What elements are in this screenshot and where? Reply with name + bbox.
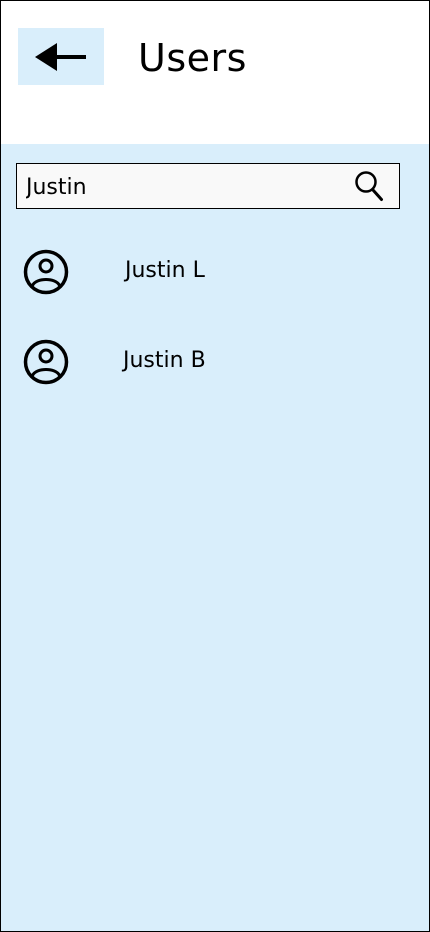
user-item[interactable]: Justin L: [1, 234, 429, 324]
user-name: Justin L: [125, 258, 205, 283]
users-screen: Users Justin L: [0, 0, 430, 932]
page-title: Users: [138, 36, 247, 80]
user-list: Justin L Justin B: [1, 234, 429, 414]
back-button[interactable]: [18, 28, 104, 85]
arrow-left-icon: [35, 42, 86, 71]
user-name: Justin B: [123, 348, 206, 373]
user-item[interactable]: Justin B: [1, 324, 429, 414]
search-input[interactable]: [26, 170, 344, 204]
search-icon[interactable]: [354, 170, 384, 202]
user-circle-icon: [23, 339, 69, 385]
search-box: [16, 163, 400, 209]
user-circle-icon: [23, 249, 69, 295]
header: Users: [1, 1, 429, 144]
